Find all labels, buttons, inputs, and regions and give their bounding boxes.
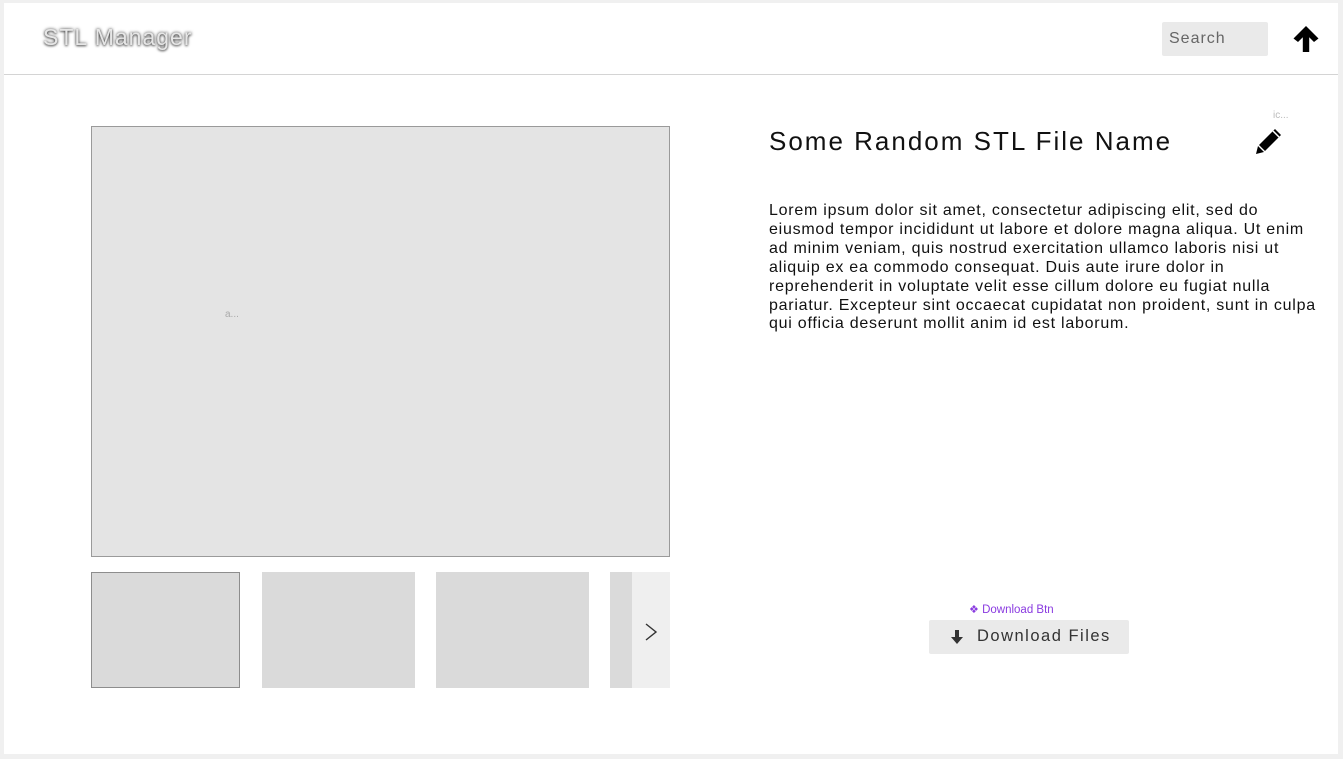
thumbnail[interactable] [436,572,589,688]
component-icon: ❖ [969,603,979,616]
component-label-text: Download Btn [982,604,1054,616]
edit-button[interactable] [1254,126,1284,156]
image-alt-text: a... [225,309,239,320]
download-button-label: Download Files [977,627,1111,645]
download-button[interactable]: Download Files [929,620,1129,654]
icon-hint-label: ic... [1273,110,1289,121]
thumbnail[interactable] [262,572,415,688]
file-description: Lorem ipsum dolor sit amet, consectetur … [769,202,1316,333]
arrow-up-icon [1293,26,1319,52]
pencil-icon [1256,129,1281,154]
file-title: Some Random STL File Name [769,126,1173,156]
main-image: a... [91,126,670,557]
upload-button[interactable] [1290,24,1322,54]
arrow-down-icon [951,630,963,644]
component-label: ❖ Download Btn [969,603,1054,616]
header-divider [4,74,1338,75]
chevron-right-icon [645,623,658,641]
search-input[interactable] [1162,22,1268,56]
thumbnail[interactable] [610,572,632,688]
app-title: STL Manager [43,24,193,50]
thumbnail[interactable] [91,572,240,688]
next-thumbnails-button[interactable] [632,572,670,688]
